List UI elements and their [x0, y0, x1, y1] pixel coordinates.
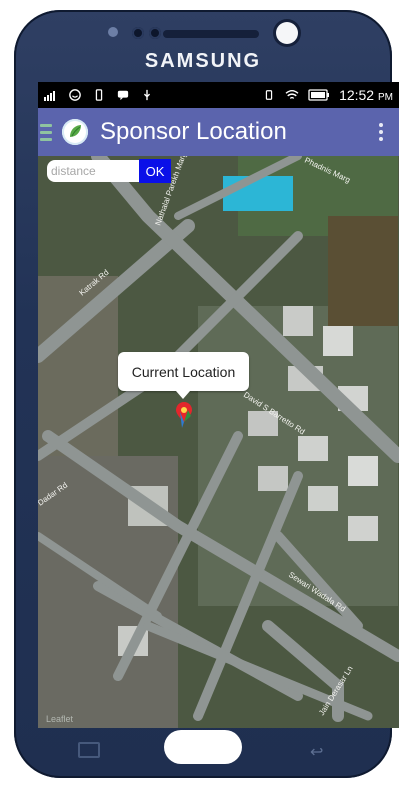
home-button[interactable] [164, 730, 242, 764]
proximity-sensor [108, 27, 118, 37]
location-pin-icon [176, 402, 192, 428]
light-sensor [132, 27, 144, 39]
wifi-icon [285, 90, 299, 99]
swimming-pool [223, 176, 293, 211]
app-bar: Sponsor Location [38, 108, 399, 156]
map-tiles: Katrak Rd Nathalal Parekh Marg Phadnis M… [38, 149, 399, 728]
vibrate-icon [265, 90, 273, 100]
menu-icon[interactable] [40, 123, 52, 141]
marker-popup: Current Location [118, 352, 249, 399]
screen: 12:52 PM Sponsor Location Katrak Rd Nath… [38, 82, 399, 728]
location-marker[interactable] [176, 402, 192, 437]
status-right: 12:52 PM [262, 87, 393, 103]
signal-icon [44, 91, 55, 101]
leaf-logo-icon [70, 125, 81, 137]
overflow-menu-icon[interactable] [379, 123, 383, 141]
sensor-dot [149, 27, 161, 39]
message-icon [117, 90, 129, 101]
status-bar: 12:52 PM [38, 82, 399, 108]
phone-frame: SAMSUNG 12:52 PM Sponsor Location Katrak… [14, 10, 399, 778]
brand-label: SAMSUNG [144, 50, 262, 72]
distance-search: OK [47, 159, 171, 183]
whatsapp-icon [69, 89, 81, 101]
recent-apps-icon[interactable] [78, 742, 100, 758]
status-left [44, 89, 154, 101]
map-view[interactable]: Katrak Rd Nathalal Parekh Marg Phadnis M… [38, 149, 399, 728]
hardware-nav: ↩ [14, 728, 392, 778]
page-title: Sponsor Location [100, 118, 287, 145]
phone-icon [95, 89, 103, 101]
distance-input[interactable] [47, 160, 139, 182]
map-attribution: Leaflet [46, 714, 74, 724]
back-icon[interactable]: ↩ [310, 742, 323, 762]
clock-ampm: PM [378, 92, 393, 103]
phone-top: SAMSUNG [14, 10, 392, 82]
front-camera [276, 22, 298, 44]
ok-button[interactable]: OK [139, 159, 171, 183]
app-logo [62, 119, 88, 145]
battery-icon [308, 89, 330, 101]
usb-icon [143, 89, 151, 101]
earpiece-speaker [163, 30, 259, 38]
clock: 12:52 PM [339, 87, 393, 103]
clock-time: 12:52 [339, 87, 375, 103]
